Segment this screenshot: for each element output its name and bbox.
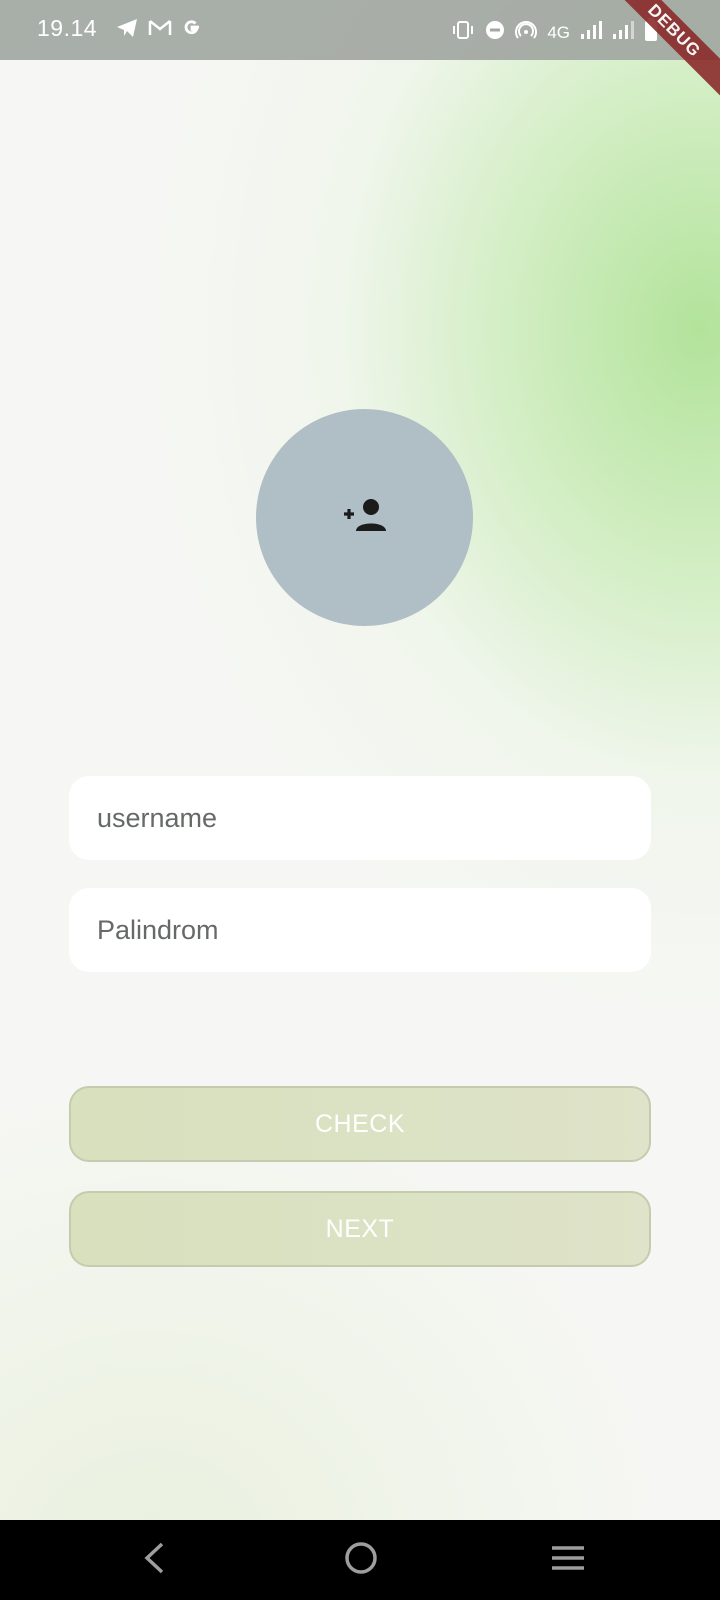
screen-background: 19.14 4G DEBUG username Palindrom CHECK …	[0, 0, 720, 1600]
hotspot-icon	[515, 20, 538, 45]
nav-home-button[interactable]	[341, 1540, 381, 1580]
nav-recents-button[interactable]	[548, 1540, 588, 1580]
debug-banner: DEBUG	[601, 0, 720, 104]
gmail-icon	[148, 19, 172, 42]
palindrome-input[interactable]	[69, 888, 651, 972]
add-profile-photo-button[interactable]	[256, 409, 473, 626]
telegram-icon	[116, 18, 138, 43]
system-icons: 4G	[451, 18, 658, 47]
network-type-label: 4G	[547, 22, 570, 42]
signal-icon	[580, 20, 602, 45]
menu-lines-icon	[550, 1543, 586, 1578]
status-time: 19.14	[37, 15, 98, 41]
system-navigation-bar	[0, 1520, 720, 1600]
notification-icons	[116, 18, 202, 43]
back-chevron-icon	[142, 1541, 166, 1580]
do-not-disturb-icon	[485, 20, 505, 45]
check-button[interactable]: CHECK	[69, 1086, 651, 1162]
home-circle-icon	[343, 1540, 379, 1581]
signal-icon-secondary	[612, 20, 634, 45]
next-button[interactable]: NEXT	[69, 1191, 651, 1267]
nav-back-button[interactable]	[134, 1540, 174, 1580]
status-bar: 19.14 4G DEBUG	[0, 0, 720, 104]
google-icon	[182, 18, 202, 43]
vibrate-icon	[451, 20, 475, 45]
check-button-label: CHECK	[314, 1109, 405, 1138]
username-input[interactable]	[69, 776, 651, 860]
next-button-label: NEXT	[325, 1214, 395, 1243]
person-add-icon	[342, 497, 388, 538]
